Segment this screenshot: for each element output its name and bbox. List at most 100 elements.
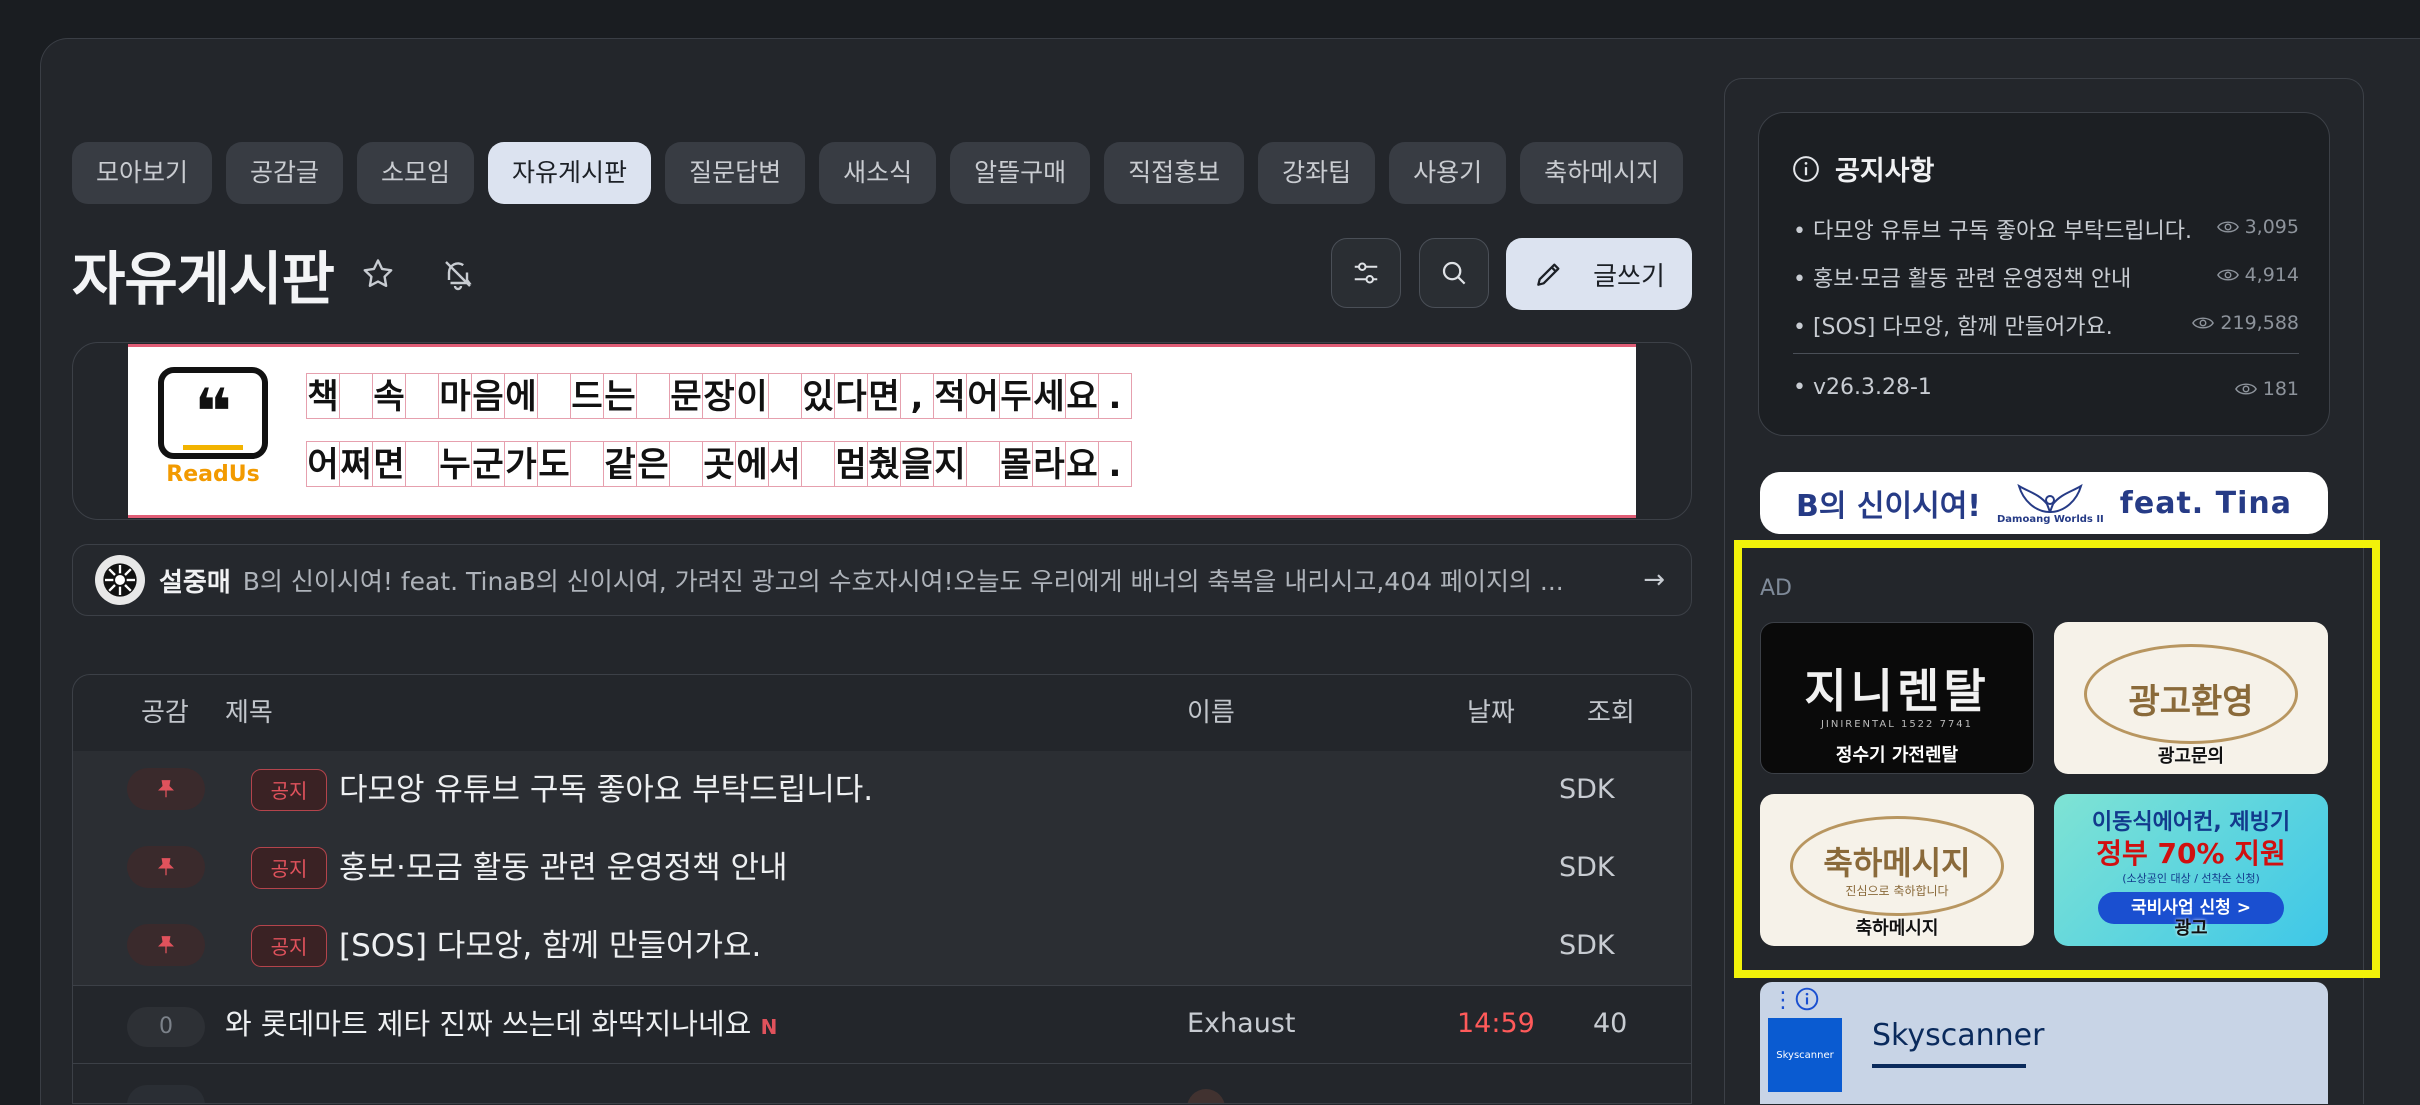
- tab-4[interactable]: 질문답변: [665, 142, 806, 204]
- page-title: 자유게시판: [72, 245, 335, 313]
- banner-char: 이: [735, 373, 769, 419]
- ticker-author: 설중매: [159, 567, 231, 598]
- notice-box-item[interactable]: • v26.3.28-1: [1793, 375, 1932, 400]
- banner-char: 멈: [834, 441, 868, 487]
- notice-title[interactable]: 홍보·모금 활동 관련 운영정책 안내: [339, 829, 788, 907]
- notice-row[interactable]: 공지 홍보·모금 활동 관련 운영정책 안내 SDK: [73, 829, 1691, 908]
- banner-char: 군: [471, 441, 505, 487]
- tab-7[interactable]: 직접홍보: [1104, 142, 1245, 204]
- ticker-bar[interactable]: 설중매 B의 신이시여! feat. TinaB의 신이시여, 가려진 광고의 …: [72, 544, 1692, 616]
- banner-char: [405, 441, 439, 487]
- tab-8[interactable]: 강좌팁: [1258, 142, 1376, 204]
- notice-author[interactable]: SDK: [1559, 751, 1615, 829]
- ad-info-icon[interactable]: [1794, 986, 1820, 1016]
- notice-title[interactable]: 다모앙 유튜브 구독 좋아요 부탁드립니다.: [339, 751, 873, 829]
- skyscanner-ad[interactable]: ⋮ Skyscanner Skyscanner: [1760, 982, 2328, 1104]
- tab-0[interactable]: 모아보기: [72, 142, 213, 204]
- banner-line-1: 책속마음에드는문장이있다면,적어두세요.: [306, 373, 1132, 419]
- pencil-icon: [1537, 263, 1560, 286]
- banner-char: 도: [537, 441, 571, 487]
- view-count: 181: [2234, 378, 2299, 400]
- arrow-right-icon[interactable]: →: [1643, 565, 1665, 595]
- favorite-star-icon[interactable]: [360, 256, 396, 296]
- readus-banner[interactable]: ❝ ReadUs 책속마음에드는문장이있다면,적어두세요. 어쩌면누군가도같은곳…: [128, 344, 1636, 518]
- tina-banner-left: B의 신이시여!: [1796, 489, 1981, 524]
- banner-char: 요: [1065, 441, 1099, 487]
- banner-char: [801, 441, 835, 487]
- eye-icon: [2216, 221, 2239, 233]
- eye-icon: [2234, 383, 2257, 395]
- avatar: [95, 555, 145, 605]
- pin-icon: [127, 768, 205, 810]
- notice-title[interactable]: [SOS] 다모앙, 함께 만들어가요.: [339, 907, 761, 985]
- skyscanner-title: Skyscanner: [1872, 1018, 2045, 1053]
- skyscanner-logo: Skyscanner: [1768, 1018, 1842, 1092]
- write-button[interactable]: 글쓰기: [1506, 238, 1692, 310]
- tab-1[interactable]: 공감글: [226, 142, 344, 204]
- ad-tile-aircon[interactable]: 이동식에어컨, 제빙기 정부 70% 지원 (소상공인 대상 / 선착순 신청)…: [2054, 794, 2328, 946]
- banner-char: 쩌: [339, 441, 373, 487]
- header-views: 조회: [1587, 698, 1635, 728]
- avatar: [1187, 1089, 1225, 1103]
- ad-tile-congrats[interactable]: 축하메시지 진심으로 축하합니다 축하메시지: [1760, 794, 2034, 946]
- table-row-partial[interactable]: [73, 1063, 1691, 1103]
- table-row[interactable]: 0 와 롯데마트 제타 진짜 쓰는데 화딱지나네요 N Exhaust 14:5…: [73, 985, 1691, 1064]
- eye-icon: [2192, 317, 2215, 329]
- banner-char: [768, 373, 802, 419]
- ad-caption: 광고문의: [2157, 746, 2225, 767]
- notice-box-item[interactable]: • 홍보·모금 활동 관련 운영정책 안내: [1793, 261, 2131, 293]
- notice-row[interactable]: 공지 다모앙 유튜브 구독 좋아요 부탁드립니다. SDK: [73, 751, 1691, 830]
- banner-char: [339, 373, 373, 419]
- tab-5[interactable]: 새소식: [819, 142, 937, 204]
- filter-sliders-icon: [1354, 262, 1378, 284]
- ad-tile-welcome[interactable]: 광고환영 광고문의: [2054, 622, 2328, 774]
- notice-author[interactable]: SDK: [1559, 829, 1615, 907]
- notification-off-icon[interactable]: [440, 256, 476, 296]
- quote-icon: ❝: [158, 367, 268, 459]
- banner-char: 어: [306, 441, 340, 487]
- notice-author[interactable]: SDK: [1559, 907, 1615, 985]
- tab-2[interactable]: 소모임: [357, 142, 475, 204]
- tab-10[interactable]: 축하메시지: [1520, 142, 1684, 204]
- like-count: 0: [127, 1007, 205, 1047]
- ad-label: AD: [1760, 576, 1792, 601]
- tina-banner[interactable]: B의 신이시여! Damoang Worlds II feat. Tina: [1760, 472, 2328, 534]
- banner-char: 마: [438, 373, 472, 419]
- notice-row[interactable]: 공지 [SOS] 다모앙, 함께 만들어가요. SDK: [73, 907, 1691, 986]
- filter-button[interactable]: [1331, 238, 1401, 308]
- tab-9[interactable]: 사용기: [1389, 142, 1507, 204]
- ad-tile-jinirental[interactable]: 지니렌탈 JINIRENTAL 1522 7741 정수기 가전렌탈: [1760, 622, 2034, 774]
- pin-icon: [127, 846, 205, 888]
- banner-char: .: [1098, 373, 1132, 419]
- post-title[interactable]: 와 롯데마트 제타 진짜 쓰는데 화딱지나네요 N: [225, 985, 777, 1066]
- search-button[interactable]: [1419, 238, 1489, 308]
- banner-char: 에: [735, 441, 769, 487]
- category-tabs: 모아보기 공감글 소모임 자유게시판 질문답변 새소식 알뜰구매 직접홍보 강좌팁 사용기 축하메시…: [72, 142, 1692, 206]
- notice-badge: 공지: [251, 847, 327, 889]
- view-count: 3,095: [2216, 216, 2299, 238]
- header-name: 이름: [1187, 698, 1235, 728]
- tab-6[interactable]: 알뜰구매: [950, 142, 1091, 204]
- ticker-text[interactable]: B의 신이시여! feat. TinaB의 신이시여, 가려진 광고의 수호자시…: [243, 562, 1631, 598]
- banner-char: .: [1098, 441, 1132, 487]
- banner-char: 가: [504, 441, 538, 487]
- banner-char: 누: [438, 441, 472, 487]
- banner-char: 곳: [702, 441, 736, 487]
- banner-char: ,: [900, 373, 934, 419]
- banner-char: [966, 441, 1000, 487]
- notice-box-item[interactable]: • 다모앙 유튜브 구독 좋아요 부탁드립니다.: [1793, 213, 2192, 245]
- view-count: 4,914: [2216, 264, 2299, 286]
- table-header: 공감 제목 이름 날짜 조회: [73, 675, 1691, 752]
- tab-3[interactable]: 자유게시판: [488, 142, 652, 204]
- more-dots-icon[interactable]: ⋮: [1772, 988, 1794, 1013]
- banner-char: 지: [933, 441, 967, 487]
- eye-icon: [2216, 269, 2239, 281]
- post-author[interactable]: Exhaust: [1187, 985, 1295, 1063]
- ad-caption: 정수기 가전렌탈: [1835, 745, 1959, 766]
- banner-line-2: 어쩌면누군가도같은곳에서멈췄을지몰라요.: [306, 441, 1132, 487]
- banner-char: [537, 373, 571, 419]
- post-views: 40: [1593, 1008, 1628, 1039]
- notice-box-item[interactable]: • [SOS] 다모앙, 함께 만들어가요.: [1793, 309, 2113, 341]
- header-date: 날짜: [1467, 698, 1515, 728]
- banner-char: 적: [933, 373, 967, 419]
